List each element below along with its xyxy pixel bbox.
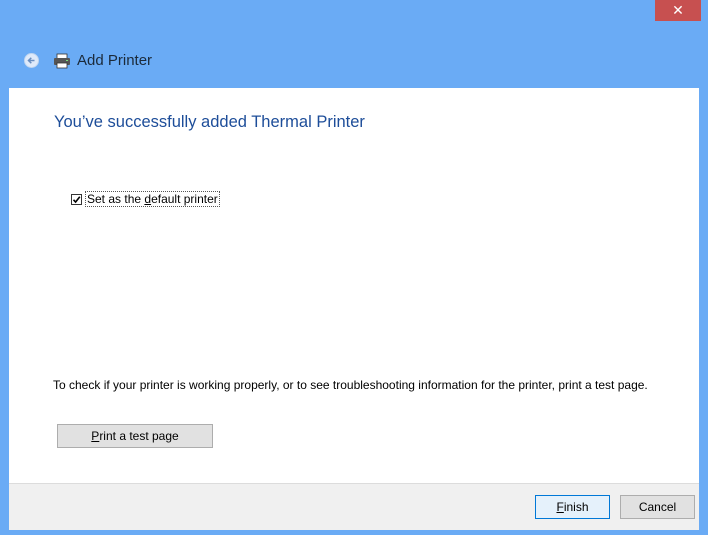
close-icon: ✕	[672, 2, 684, 18]
finish-button[interactable]: Finish	[535, 495, 610, 519]
close-button[interactable]: ✕	[655, 0, 701, 21]
navigation-bar: Add Printer	[0, 30, 708, 88]
window-title: Add Printer	[77, 52, 153, 69]
default-printer-checkbox[interactable]	[71, 193, 82, 205]
back-button[interactable]	[24, 53, 39, 68]
default-printer-option[interactable]: Set as the default printer	[71, 191, 220, 207]
button-bar: Finish Cancel	[9, 483, 699, 530]
test-page-info: To check if your printer is working prop…	[53, 378, 648, 392]
print-test-page-button[interactable]: Print a test page	[57, 424, 213, 448]
wizard-content: You’ve successfully added Thermal Printe…	[9, 88, 699, 483]
checkmark-icon	[72, 195, 81, 203]
title-bar: ✕	[0, 0, 708, 30]
page-heading: You’ve successfully added Thermal Printe…	[54, 113, 365, 131]
back-arrow-icon	[27, 57, 35, 64]
printer-icon	[54, 53, 70, 69]
default-printer-label: Set as the default printer	[85, 191, 220, 207]
cancel-button[interactable]: Cancel	[620, 495, 695, 519]
